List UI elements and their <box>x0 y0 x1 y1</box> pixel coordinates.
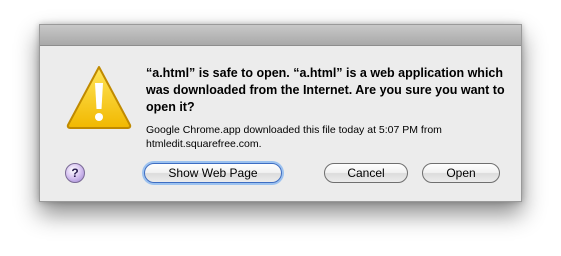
dialog-title-bar[interactable] <box>40 25 521 46</box>
show-web-page-label: Show Web Page <box>168 166 258 180</box>
open-label: Open <box>446 166 476 180</box>
cancel-label: Cancel <box>347 166 385 180</box>
cancel-button[interactable]: Cancel <box>324 163 408 183</box>
show-web-page-button[interactable]: Show Web Page <box>144 163 282 183</box>
security-alert-dialog: “a.html” is safe to open. “a.html” is a … <box>39 24 522 202</box>
help-button[interactable]: ? <box>65 163 85 183</box>
help-question-icon: ? <box>71 166 79 180</box>
open-button[interactable]: Open <box>422 163 500 183</box>
alert-message: “a.html” is safe to open. “a.html” is a … <box>146 66 505 114</box>
alert-detail-text: Google Chrome.app downloaded this file t… <box>146 124 442 150</box>
warning-triangle-icon <box>66 66 132 129</box>
